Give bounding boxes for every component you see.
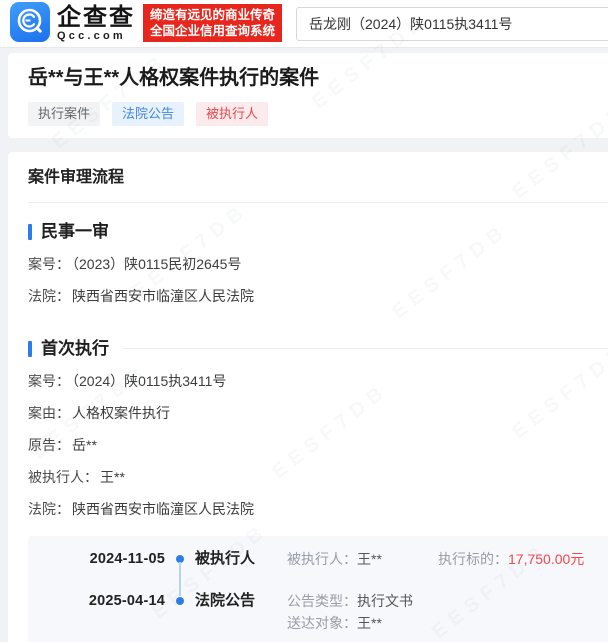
kv-row-case-number: 案号：（2023）陕0115民初2645号: [28, 257, 608, 272]
page-title: 岳**与王**人格权案件执行的案件: [28, 65, 608, 91]
kv-row-court: 法院：陕西省西安市临潼区人民法院: [28, 502, 608, 517]
tag-person-executed: 被执行人: [196, 102, 268, 126]
kv-value: （2024）陕0115执3411号: [72, 373, 226, 389]
timeline-row: 2025-04-14 法院公告 公告类型：执行文书 送达对象：王**: [28, 591, 608, 633]
brand-name: 企查查: [57, 6, 135, 29]
stage-header-first-execution: 首次执行: [28, 340, 608, 357]
timeline-detail-announcement-type: 公告类型：执行文书: [287, 591, 608, 611]
kv-label: 案号：: [28, 256, 70, 272]
kv-label: 原告：: [28, 437, 70, 453]
kv-row-case-number: 案号：（2024）陕0115执3411号: [28, 374, 608, 389]
detail-value: 执行文书: [357, 593, 413, 609]
brand-domain: Qcc.com: [57, 30, 135, 42]
timeline-date: 2025-04-14: [28, 591, 165, 611]
kv-value: 岳**: [72, 437, 97, 453]
stage-accent-bar: [28, 341, 32, 357]
brand-slogan-badge: 缔造有远见的商业传奇 全国企业信用查询系统: [143, 4, 282, 42]
kv-value: 陕西省西安市临潼区人民法院: [72, 288, 254, 304]
stage-accent-bar: [28, 224, 32, 240]
timeline-details: 被执行人：王** 执行标的：17,750.00元: [287, 549, 608, 569]
timeline-detail-person: 被执行人：王**: [287, 549, 438, 569]
section-title-flow: 案件审理流程: [28, 170, 608, 186]
stage-name: 民事一审: [41, 223, 109, 240]
tag-row: 执行案件 法院公告 被执行人: [28, 102, 608, 126]
qcc-logo-icon[interactable]: [10, 2, 50, 42]
kv-value: （2023）陕0115民初2645号: [72, 256, 241, 272]
detail-label: 送达对象：: [287, 615, 357, 631]
kv-label: 法院：: [28, 288, 70, 304]
case-title-card: 岳**与王**人格权案件执行的案件 执行案件 法院公告 被执行人: [8, 53, 608, 138]
stage-header-rule: [123, 348, 608, 349]
kv-value: 陕西省西安市临潼区人民法院: [72, 501, 254, 517]
magnifier-q-icon: [10, 2, 50, 42]
stage-name: 首次执行: [41, 340, 109, 357]
kv-value: 人格权案件执行: [72, 405, 170, 421]
timeline-details: 公告类型：执行文书 送达对象：王**: [287, 591, 608, 633]
timeline-date: 2024-11-05: [28, 549, 165, 569]
brand-text[interactable]: 企查查 Qcc.com: [57, 6, 135, 42]
kv-label: 被执行人：: [28, 469, 98, 485]
kv-label: 案由：: [28, 405, 70, 421]
search-input[interactable]: [296, 7, 608, 41]
timeline-row: 2024-11-05 被执行人 被执行人：王** 执行标的：17,750.00元: [28, 549, 608, 569]
tag-execution-case: 执行案件: [28, 102, 100, 126]
timeline-dot-icon: [176, 597, 184, 605]
stage-header-civil-first-instance: 民事一审: [28, 223, 608, 240]
detail-value: 王**: [357, 615, 382, 631]
timeline-connector-line: [179, 562, 181, 596]
section-divider: [28, 202, 608, 203]
detail-label: 执行标的：: [438, 551, 508, 567]
kv-row-court: 法院：陕西省西安市临潼区人民法院: [28, 289, 608, 304]
detail-label: 被执行人：: [287, 551, 357, 567]
timeline-detail-served-party: 送达对象：王**: [287, 613, 608, 633]
kv-row-plaintiff: 原告：岳**: [28, 438, 608, 453]
kv-row-person-executed: 被执行人：王**: [28, 470, 608, 485]
kv-value: 王**: [100, 469, 125, 485]
slogan-line-1: 缔造有远见的商业传奇: [150, 7, 275, 23]
kv-label: 法院：: [28, 501, 70, 517]
slogan-line-2: 全国企业信用查询系统: [150, 23, 275, 39]
kv-row-cause: 案由：人格权案件执行: [28, 406, 608, 421]
timeline-stage: 法院公告: [195, 591, 287, 611]
tag-court-announcement: 法院公告: [112, 102, 184, 126]
execution-amount: 17,750.00元: [508, 551, 584, 567]
page: 企查查 Qcc.com 缔造有远见的商业传奇 全国企业信用查询系统 岳**与王*…: [0, 0, 608, 642]
case-flow-card: 案件审理流程 民事一审 案号：（2023）陕0115民初2645号 法院：陕西省…: [8, 152, 608, 642]
detail-label: 公告类型：: [287, 593, 357, 609]
timeline-stage: 被执行人: [195, 549, 287, 569]
detail-value: 王**: [357, 551, 382, 567]
execution-timeline: 2024-11-05 被执行人 被执行人：王** 执行标的：17,750.00元…: [28, 536, 608, 642]
kv-label: 案号：: [28, 373, 70, 389]
timeline-dot-cell: [165, 549, 195, 563]
site-header: 企查查 Qcc.com 缔造有远见的商业传奇 全国企业信用查询系统: [0, 0, 608, 48]
timeline-detail-amount: 执行标的：17,750.00元: [438, 549, 589, 569]
